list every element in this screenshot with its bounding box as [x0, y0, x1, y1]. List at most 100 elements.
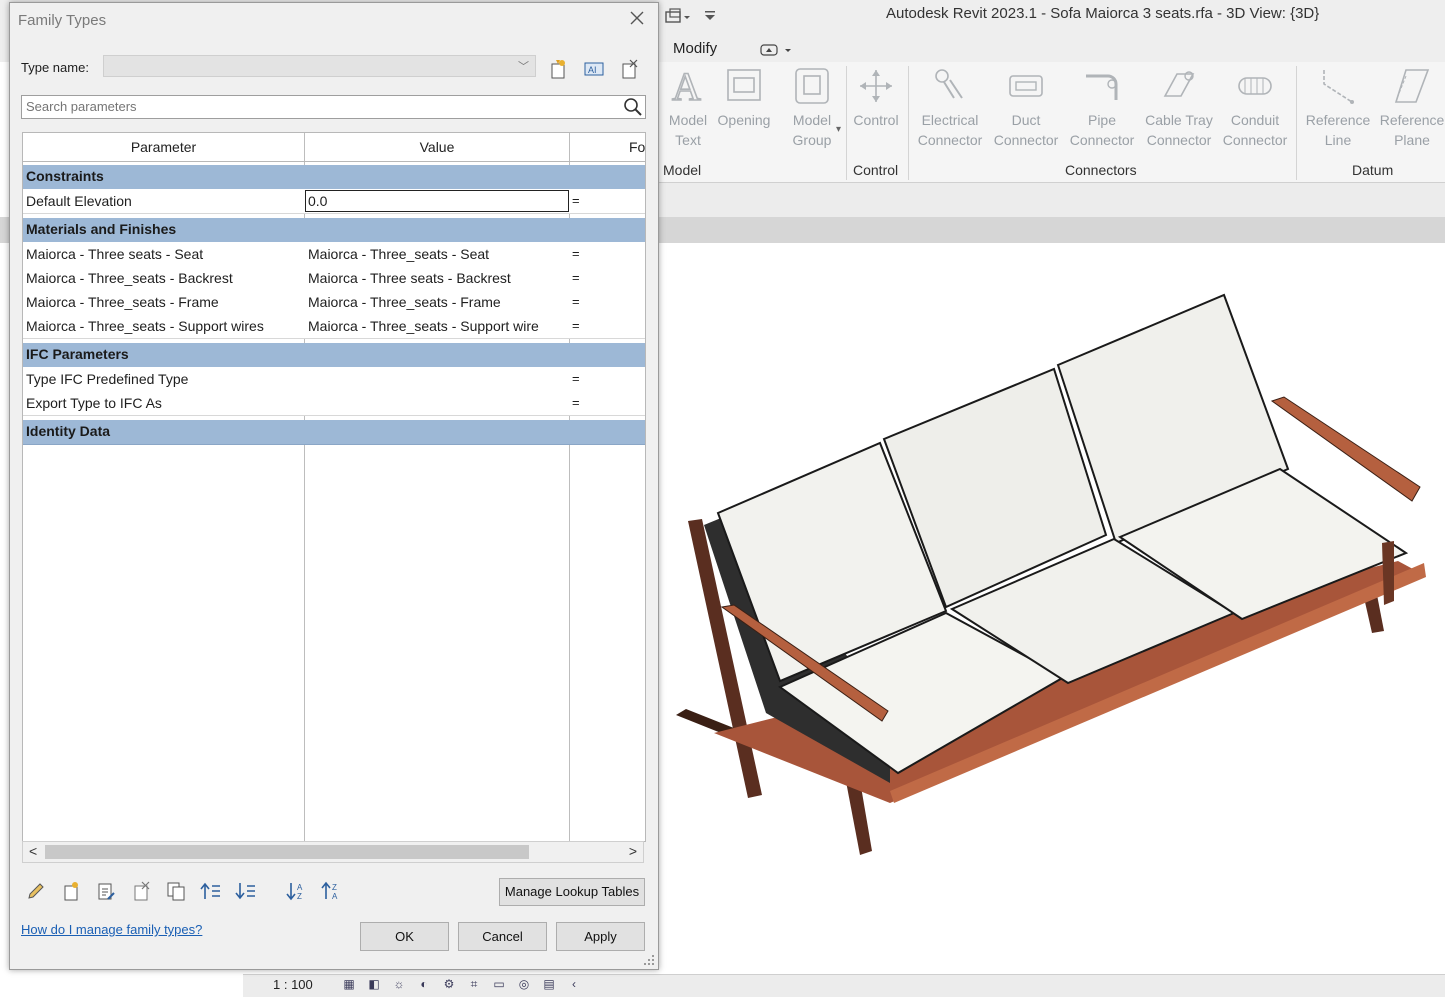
sofa-3d-model — [676, 293, 1426, 855]
crop-view-icon[interactable]: ⌗ — [463, 976, 485, 992]
column-header-parameter[interactable]: Parameter — [23, 139, 304, 155]
new-parameter-button[interactable] — [58, 879, 84, 903]
temporary-hide-icon[interactable]: ◎ — [513, 976, 535, 992]
param-value-input[interactable]: 0.0 — [305, 190, 569, 212]
opening-button[interactable]: Opening — [714, 66, 774, 130]
group-constraints[interactable]: Constraints — [23, 165, 645, 190]
table-row-default-elevation[interactable]: Default Elevation 0.0 = — [23, 189, 645, 214]
resize-grip-icon[interactable] — [642, 953, 656, 967]
shadows-icon[interactable]: ◐ — [413, 976, 435, 992]
copy-parameter-button[interactable] — [163, 879, 189, 903]
search-icon[interactable] — [623, 97, 643, 117]
table-row-export-type-to-ifc[interactable]: Export Type to IFC As = — [23, 391, 645, 416]
param-formula[interactable]: = — [572, 246, 580, 261]
delete-type-button[interactable] — [618, 58, 640, 80]
edit-parameter-button[interactable] — [23, 879, 49, 903]
duct-connector-button[interactable]: Duct Connector — [990, 66, 1062, 150]
cancel-button[interactable]: Cancel — [458, 922, 547, 951]
show-crop-icon[interactable]: ▭ — [488, 976, 510, 992]
detail-level-icon[interactable]: ▦ — [338, 976, 360, 992]
model-group-icon — [792, 66, 832, 106]
param-value[interactable]: Maiorca - Three seats - Backrest — [308, 270, 570, 286]
scroll-right-icon[interactable]: > — [629, 843, 637, 859]
param-formula[interactable]: = — [572, 294, 580, 309]
conduit-connector-button[interactable]: Conduit Connector — [1218, 66, 1292, 150]
param-value[interactable]: Maiorca - Three_seats - Seat — [308, 246, 570, 262]
copy-icon — [167, 882, 185, 901]
model-group-button[interactable]: Model Group — [784, 66, 840, 150]
cable-tray-connector-button[interactable]: Cable Tray Connector — [1140, 66, 1218, 150]
quick-access-customize-icon[interactable] — [704, 8, 722, 24]
chevron-down-icon: ﹀ — [518, 61, 529, 73]
opening-icon — [724, 66, 764, 106]
reference-plane-button[interactable]: Reference Plane — [1376, 66, 1445, 150]
param-value[interactable]: Maiorca - Three_seats - Support wire — [308, 318, 570, 334]
svg-text:A: A — [672, 66, 701, 106]
reference-line-icon — [1318, 66, 1358, 106]
close-button[interactable] — [626, 10, 648, 32]
param-formula[interactable]: = — [572, 270, 580, 285]
panel-label-model: Model — [663, 162, 702, 178]
panel-label-connectors: Connectors — [1065, 162, 1137, 178]
param-name: Maiorca - Three_seats - Support wires — [26, 318, 264, 334]
cable-tray-connector-icon — [1159, 66, 1199, 106]
electrical-connector-button[interactable]: Electrical Connector — [914, 66, 986, 150]
group-ifc-parameters[interactable]: IFC Parameters — [23, 343, 645, 368]
sun-path-icon[interactable]: ☼ — [388, 976, 410, 992]
edit-parameter-properties-button[interactable] — [93, 879, 119, 903]
reference-line-button[interactable]: Reference Line — [1302, 66, 1374, 150]
param-name: Export Type to IFC As — [26, 395, 162, 411]
param-formula[interactable]: = — [572, 193, 580, 208]
move-parameter-down-button[interactable] — [233, 879, 259, 903]
delete-type-icon — [622, 59, 638, 79]
apply-button[interactable]: Apply — [556, 922, 645, 951]
visual-style-icon[interactable]: ◧ — [363, 976, 385, 992]
scrollbar-thumb[interactable] — [45, 845, 529, 859]
param-name: Maiorca - Three seats - Seat — [26, 246, 204, 262]
sort-descending-button[interactable]: ZA — [319, 879, 345, 903]
param-formula[interactable]: = — [572, 371, 580, 386]
model-text-button[interactable]: A Model Text — [662, 66, 714, 150]
move-parameter-up-button[interactable] — [198, 879, 224, 903]
group-identity-data[interactable]: Identity Data — [23, 420, 645, 445]
sort-ascending-button[interactable]: AZ — [284, 879, 310, 903]
grid-horizontal-scrollbar[interactable]: < > — [22, 841, 644, 863]
parameter-properties-icon — [98, 883, 115, 900]
pipe-connector-button[interactable]: Pipe Connector — [1066, 66, 1138, 150]
view-canvas[interactable] — [658, 243, 1445, 974]
collapse-arrow-icon[interactable]: ‹ — [563, 976, 585, 992]
table-row-ifc-predefined-type[interactable]: Type IFC Predefined Type = — [23, 367, 645, 392]
delete-parameter-button[interactable] — [128, 879, 154, 903]
model-group-dropdown-icon[interactable]: ▾ — [836, 124, 841, 135]
rename-type-button[interactable]: AI — [583, 58, 605, 80]
new-type-button[interactable] — [547, 58, 569, 80]
table-row-backrest[interactable]: Maiorca - Three_seats - Backrest Maiorca… — [23, 266, 645, 291]
group-materials-and-finishes[interactable]: Materials and Finishes — [23, 218, 645, 243]
render-icon[interactable]: ⚙ — [438, 976, 460, 992]
ok-button[interactable]: OK — [360, 922, 449, 951]
type-name-combobox[interactable]: ﹀ — [103, 55, 536, 77]
param-formula[interactable]: = — [572, 318, 580, 333]
help-link[interactable]: How do I manage family types? — [21, 922, 202, 937]
column-header-value[interactable]: Value — [305, 139, 569, 155]
svg-text:Z: Z — [332, 883, 337, 892]
search-parameters-box[interactable] — [21, 95, 646, 119]
view-scale[interactable]: 1 : 100 — [273, 977, 313, 992]
sort-ascending-icon: AZ — [286, 883, 303, 901]
manage-lookup-tables-button[interactable]: Manage Lookup Tables — [499, 878, 645, 906]
param-name: Default Elevation — [26, 193, 132, 209]
tab-modify[interactable]: Modify — [673, 40, 717, 57]
move-up-icon — [200, 882, 220, 899]
search-input[interactable] — [22, 96, 620, 116]
scroll-left-icon[interactable]: < — [29, 843, 37, 859]
table-row-support-wires[interactable]: Maiorca - Three_seats - Support wires Ma… — [23, 314, 645, 339]
table-row-seat[interactable]: Maiorca - Three seats - Seat Maiorca - T… — [23, 242, 645, 267]
param-value[interactable]: Maiorca - Three_seats - Frame — [308, 294, 570, 310]
reveal-hidden-icon[interactable]: ▤ — [538, 976, 560, 992]
column-header-formula[interactable]: Fo — [629, 139, 645, 155]
quick-access-views-icon[interactable] — [664, 8, 690, 24]
control-button[interactable]: Control — [848, 66, 904, 130]
param-formula[interactable]: = — [572, 395, 580, 410]
table-row-frame[interactable]: Maiorca - Three_seats - Frame Maiorca - … — [23, 290, 645, 315]
ribbon-minimize-icon[interactable] — [760, 42, 794, 61]
